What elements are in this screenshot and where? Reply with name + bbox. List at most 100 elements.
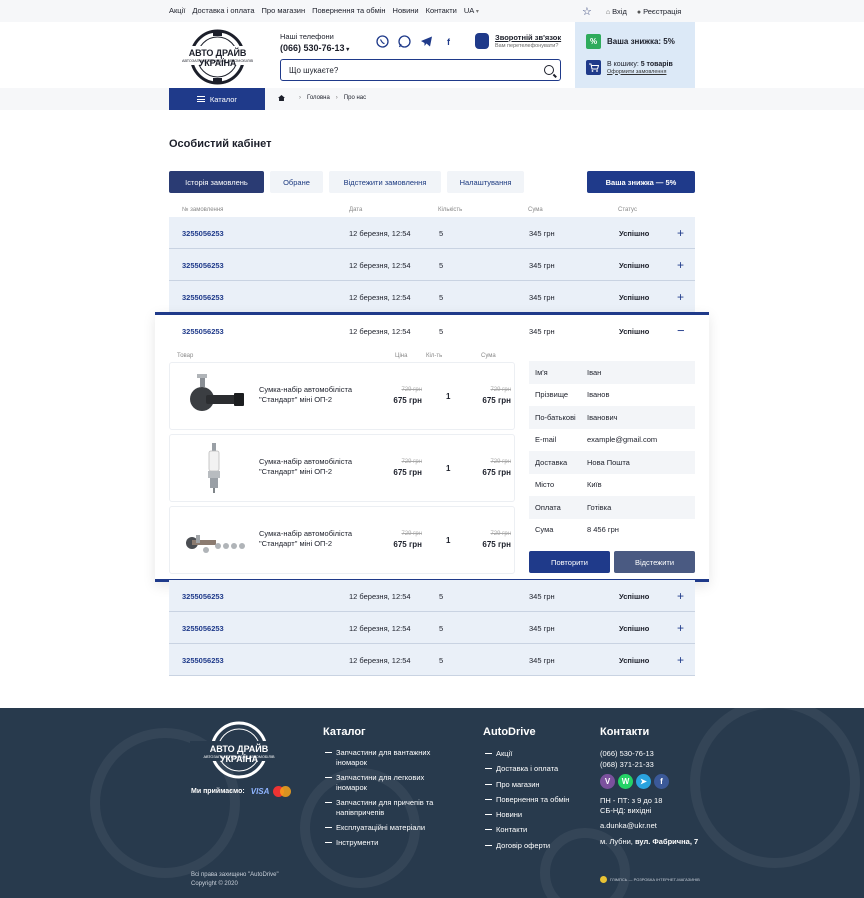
order-sum: 345 грн (529, 624, 555, 633)
login-link[interactable]: ⌂ Вхід (606, 7, 627, 16)
login-label: Вхід (612, 7, 627, 16)
footer-link[interactable]: Договір оферти (485, 841, 569, 856)
logo[interactable]: АВТО ДРАЙВ УКРАЇНА АВТОЗАПЧАСТИНИ ДЛЯ АВ… (169, 28, 266, 86)
viber-icon[interactable] (376, 35, 389, 48)
chevron-right-icon: › (335, 95, 338, 101)
footer-link[interactable]: Доставка і оплата (485, 764, 569, 779)
spark-plug-icon[interactable] (182, 441, 246, 497)
order-sum: 345 грн (529, 229, 555, 238)
tab-settings[interactable]: Налаштування (447, 171, 524, 193)
expand-icon[interactable]: + (677, 226, 684, 240)
footer-link[interactable]: Інструменти (325, 838, 445, 853)
order-number: 3255056253 (182, 656, 224, 665)
telegram-icon[interactable]: ➤ (636, 774, 651, 789)
tab-track-order[interactable]: Відстежити замовлення (329, 171, 441, 193)
facebook-icon[interactable]: f (442, 35, 455, 48)
table-row[interactable]: 3255056253 12 березня, 12:54 5 345 грн У… (169, 612, 695, 644)
footer-link[interactable]: Контакти (485, 825, 569, 840)
breadcrumb-home[interactable]: Головна (307, 95, 330, 101)
track-order-button[interactable]: Відстежити (614, 551, 695, 573)
order-sum: 345 грн (529, 656, 555, 665)
messenger-links: f (376, 35, 455, 48)
viber-icon[interactable]: V (600, 774, 615, 789)
checkout-link[interactable]: Оформити замовлення (607, 69, 673, 75)
collapse-icon[interactable]: − (677, 323, 685, 338)
footer-logo-title: АВТО ДРАЙВ УКРАЇНА (209, 744, 269, 764)
tab-favorites[interactable]: Обране (270, 171, 323, 193)
footer-link[interactable]: Акції (485, 749, 569, 764)
table-row[interactable]: 3255056253 12 березня, 12:54 5 345 грн У… (169, 217, 695, 249)
footer-link[interactable]: Запчастини для вантажних іномарок (325, 748, 445, 773)
tie-rod-end-icon[interactable] (182, 369, 246, 425)
col-number: № замовлення (182, 207, 224, 213)
info-value: Київ (587, 480, 602, 490)
topnav-contacts[interactable]: Контакти (426, 6, 457, 15)
expand-icon[interactable]: + (677, 621, 684, 635)
developer-link[interactable]: ГЛІМПСЬ — РОЗРОБКА ІНТЕРНЕТ-МАГАЗИНІВ (600, 876, 700, 883)
footer-link[interactable]: Новини (485, 810, 569, 825)
order-qty: 5 (439, 261, 444, 270)
chevron-right-icon: › (299, 95, 301, 101)
expand-icon[interactable]: + (677, 258, 684, 272)
search-input[interactable] (281, 60, 531, 80)
phone-number[interactable]: (066) 530-76-13 (280, 43, 349, 53)
order-number: 3255056253 (182, 293, 224, 302)
footer-logo-subtitle: АВТОЗАПЧАСТИНИ ДЛЯ АВТОМОБІЛІВ (203, 755, 275, 759)
facebook-icon[interactable]: f (654, 774, 669, 789)
table-row[interactable]: 3255056253 12 березня, 12:54 5 345 грн У… (169, 281, 695, 313)
order-status: Успішно (619, 229, 650, 238)
order-qty: 5 (439, 293, 444, 302)
product-row: Сумка-набір автомобіліста "Стандарт" мін… (169, 362, 515, 430)
order-status: Успішно (619, 656, 650, 665)
expand-icon[interactable]: + (677, 290, 684, 304)
expand-icon[interactable]: + (677, 653, 684, 667)
search-icon[interactable] (544, 65, 554, 75)
order-status: Успішно (619, 624, 650, 633)
percent-icon: % (586, 34, 601, 49)
topnav-about[interactable]: Про магазин (262, 6, 306, 15)
footer-hours-weekend: СБ-НД: вихідні (600, 806, 652, 815)
home-icon[interactable] (278, 95, 285, 101)
whatsapp-icon[interactable]: W (618, 774, 633, 789)
cart-row[interactable]: В кошику: 5 товарів Оформити замовлення (586, 60, 673, 75)
product-name[interactable]: Сумка-набір автомобіліста "Стандарт" мін… (259, 385, 369, 405)
product-name[interactable]: Сумка-набір автомобіліста "Стандарт" мін… (259, 529, 369, 549)
footer-email[interactable]: a.dunka@ukr.net (600, 821, 657, 830)
repeat-order-button[interactable]: Повторити (529, 551, 610, 573)
copyright-line-2: Copyright © 2020 (191, 881, 238, 887)
topnav-news[interactable]: Новини (393, 6, 419, 15)
catalog-button[interactable]: Каталог (169, 88, 265, 110)
topnav-promo[interactable]: Акції (169, 6, 185, 15)
footer-link[interactable]: Експлуатаційні матеріали (325, 823, 445, 838)
developer-logo-icon (600, 876, 607, 883)
discount-button[interactable]: Ваша знижка — 5% (587, 171, 695, 193)
footer-link[interactable]: Запчастини для легкових іномарок (325, 773, 445, 798)
expand-icon[interactable]: + (677, 589, 684, 603)
info-row: По-батькові Іванович (529, 406, 695, 429)
favorites-icon[interactable]: ☆ (582, 5, 592, 18)
topnav-returns[interactable]: Повернення та обмін (312, 6, 385, 15)
callback-link[interactable]: Зворотній зв'язок Вам перетелефонувати? (475, 33, 561, 49)
footer-link[interactable]: Запчастини для причепів та напівпричепів (325, 798, 445, 823)
product-old-price: 729 грн (401, 531, 422, 537)
register-link[interactable]: ● Реєстрація (637, 7, 681, 16)
footer-logo[interactable]: АВТО ДРАЙВ УКРАЇНА АВТОЗАПЧАСТИНИ ДЛЯ АВ… (190, 720, 288, 780)
table-row[interactable]: 3255056253 12 березня, 12:54 5 345 грн У… (169, 644, 695, 676)
language-select[interactable]: UA (464, 6, 479, 15)
topnav-delivery[interactable]: Доставка і оплата (192, 6, 254, 15)
order-date: 12 березня, 12:54 (349, 656, 411, 665)
table-row[interactable]: 3255056253 12 березня, 12:54 5 345 грн У… (169, 580, 695, 612)
user-icon: ● (636, 9, 642, 16)
footer-address-city: м. Лубни, (600, 837, 635, 846)
table-row[interactable]: 3255056253 12 березня, 12:54 5 345 грн У… (169, 249, 695, 281)
whatsapp-icon[interactable] (398, 35, 411, 48)
footer-link[interactable]: Про магазин (485, 780, 569, 795)
footer-phone-2[interactable]: (068) 371-21-33 (600, 760, 654, 769)
footer-link[interactable]: Повернення та обмін (485, 795, 569, 810)
product-name[interactable]: Сумка-набір автомобіліста "Стандарт" мін… (259, 457, 369, 477)
footer-phone-1[interactable]: (066) 530-76-13 (600, 749, 654, 758)
tab-order-history[interactable]: Історія замовлень (169, 171, 264, 193)
telegram-icon[interactable] (420, 35, 433, 48)
order-date: 12 березня, 12:54 (349, 293, 411, 302)
steering-rod-kit-icon[interactable] (182, 513, 246, 569)
